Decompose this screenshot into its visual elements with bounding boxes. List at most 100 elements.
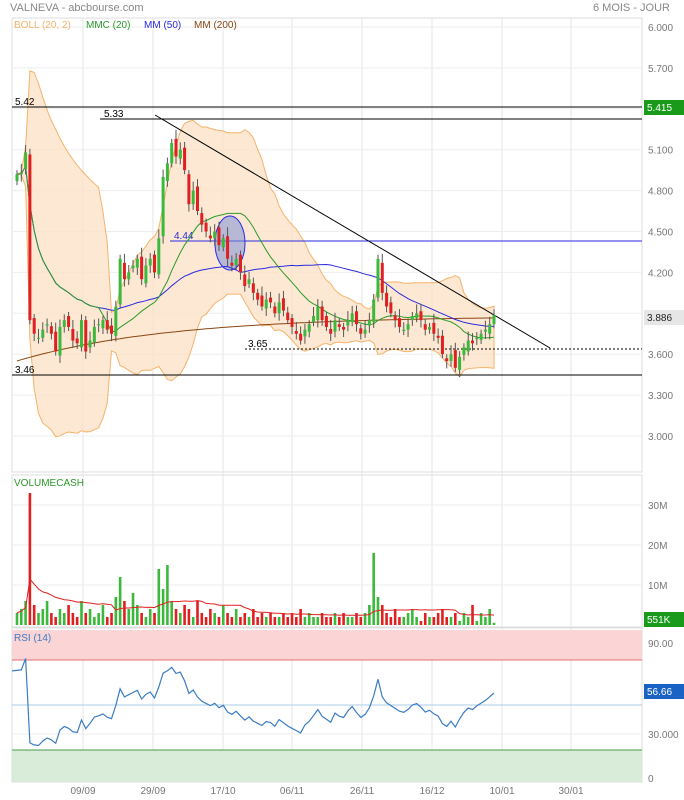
candle[interactable] bbox=[247, 279, 251, 284]
volume-bar[interactable] bbox=[217, 617, 221, 625]
volume-bar[interactable] bbox=[88, 609, 92, 625]
volume-bar[interactable] bbox=[196, 601, 199, 625]
candle[interactable] bbox=[367, 320, 371, 326]
volume-bar[interactable] bbox=[303, 617, 307, 625]
volume-bar[interactable] bbox=[466, 617, 470, 625]
volume-bar[interactable] bbox=[316, 617, 320, 625]
volume-bar[interactable] bbox=[50, 613, 53, 625]
volume-bar[interactable] bbox=[337, 617, 341, 625]
candle[interactable] bbox=[445, 358, 449, 362]
volume-bar[interactable] bbox=[148, 609, 152, 625]
candle[interactable] bbox=[363, 329, 367, 334]
volume-bar[interactable] bbox=[350, 617, 354, 625]
volume-bar[interactable] bbox=[423, 613, 427, 625]
legend-mm50[interactable]: MM (50) bbox=[144, 20, 181, 31]
candle[interactable] bbox=[88, 340, 92, 348]
candle[interactable] bbox=[432, 322, 436, 334]
candle[interactable] bbox=[24, 152, 28, 169]
volume-bar[interactable] bbox=[114, 597, 118, 625]
candle[interactable] bbox=[174, 138, 178, 157]
volume-bar[interactable] bbox=[432, 617, 436, 625]
volume-bar[interactable] bbox=[157, 569, 161, 625]
candle[interactable] bbox=[307, 324, 311, 332]
volume-bar[interactable] bbox=[359, 617, 363, 625]
volume-bar[interactable] bbox=[15, 613, 19, 625]
candle[interactable] bbox=[333, 320, 337, 332]
volume-bar[interactable] bbox=[441, 609, 444, 625]
volume-bar[interactable] bbox=[415, 617, 418, 625]
candle[interactable] bbox=[273, 306, 277, 314]
volume-bar[interactable] bbox=[436, 613, 440, 625]
candle[interactable] bbox=[178, 149, 182, 159]
volume-bar[interactable] bbox=[101, 605, 105, 625]
candle[interactable] bbox=[354, 311, 358, 325]
candle[interactable] bbox=[127, 272, 131, 280]
candle[interactable] bbox=[428, 326, 432, 330]
candle[interactable] bbox=[290, 318, 294, 327]
volume-bar[interactable] bbox=[170, 601, 174, 625]
candle[interactable] bbox=[440, 335, 444, 355]
volume-bar[interactable] bbox=[226, 613, 229, 625]
volume-bar[interactable] bbox=[411, 609, 414, 625]
candle[interactable] bbox=[376, 258, 380, 298]
volume-bar[interactable] bbox=[277, 617, 281, 625]
volume-bar[interactable] bbox=[247, 617, 251, 625]
candle[interactable] bbox=[342, 326, 346, 330]
candle[interactable] bbox=[234, 258, 238, 266]
candle[interactable] bbox=[140, 256, 144, 280]
candle[interactable] bbox=[479, 333, 483, 340]
volume-bar[interactable] bbox=[62, 613, 66, 625]
volume-bar[interactable] bbox=[32, 605, 36, 625]
candle[interactable] bbox=[286, 312, 290, 321]
candle[interactable] bbox=[462, 347, 466, 355]
volume-bar[interactable] bbox=[75, 617, 79, 625]
candle[interactable] bbox=[260, 295, 264, 307]
candle[interactable] bbox=[238, 254, 242, 273]
volume-bar[interactable] bbox=[144, 617, 148, 625]
candle[interactable] bbox=[458, 356, 462, 370]
candle[interactable] bbox=[28, 154, 32, 321]
volume-bar[interactable] bbox=[166, 565, 169, 625]
candle[interactable] bbox=[419, 311, 423, 321]
candle[interactable] bbox=[389, 302, 393, 314]
volume-bar[interactable] bbox=[256, 617, 259, 625]
candle[interactable] bbox=[135, 258, 139, 268]
candle[interactable] bbox=[84, 320, 88, 352]
candle[interactable] bbox=[230, 262, 234, 266]
volume-bar[interactable] bbox=[389, 617, 393, 625]
candle[interactable] bbox=[32, 318, 36, 334]
candle[interactable] bbox=[54, 331, 58, 352]
candle[interactable] bbox=[153, 254, 157, 273]
volume-bar[interactable] bbox=[428, 617, 431, 625]
candle[interactable] bbox=[320, 306, 324, 321]
candle[interactable] bbox=[161, 176, 165, 237]
candle[interactable] bbox=[483, 329, 487, 332]
candle[interactable] bbox=[303, 329, 307, 337]
volume-bar[interactable] bbox=[204, 617, 208, 625]
volume-bar[interactable] bbox=[346, 617, 350, 625]
candle[interactable] bbox=[436, 335, 440, 338]
candle[interactable] bbox=[492, 315, 496, 325]
volume-bar[interactable] bbox=[299, 609, 302, 625]
candle[interactable] bbox=[79, 320, 83, 348]
volume-bar[interactable] bbox=[290, 613, 294, 625]
volume-bar[interactable] bbox=[402, 617, 406, 625]
candle[interactable] bbox=[19, 172, 23, 175]
candle[interactable] bbox=[15, 174, 19, 182]
candle[interactable] bbox=[312, 316, 316, 323]
candle[interactable] bbox=[359, 328, 363, 334]
candle[interactable] bbox=[49, 326, 53, 334]
volume-bar[interactable] bbox=[71, 613, 75, 625]
candle[interactable] bbox=[350, 313, 354, 323]
candle[interactable] bbox=[277, 302, 281, 314]
candle[interactable] bbox=[191, 190, 195, 205]
volume-bar[interactable] bbox=[372, 553, 375, 625]
candle[interactable] bbox=[380, 262, 384, 293]
volume-bar[interactable] bbox=[286, 617, 290, 625]
volume-bar[interactable] bbox=[273, 617, 277, 625]
volume-bar[interactable] bbox=[123, 601, 126, 625]
candle[interactable] bbox=[393, 315, 397, 321]
volume-bar[interactable] bbox=[161, 589, 165, 625]
candle[interactable] bbox=[324, 316, 328, 327]
candle[interactable] bbox=[316, 306, 320, 321]
